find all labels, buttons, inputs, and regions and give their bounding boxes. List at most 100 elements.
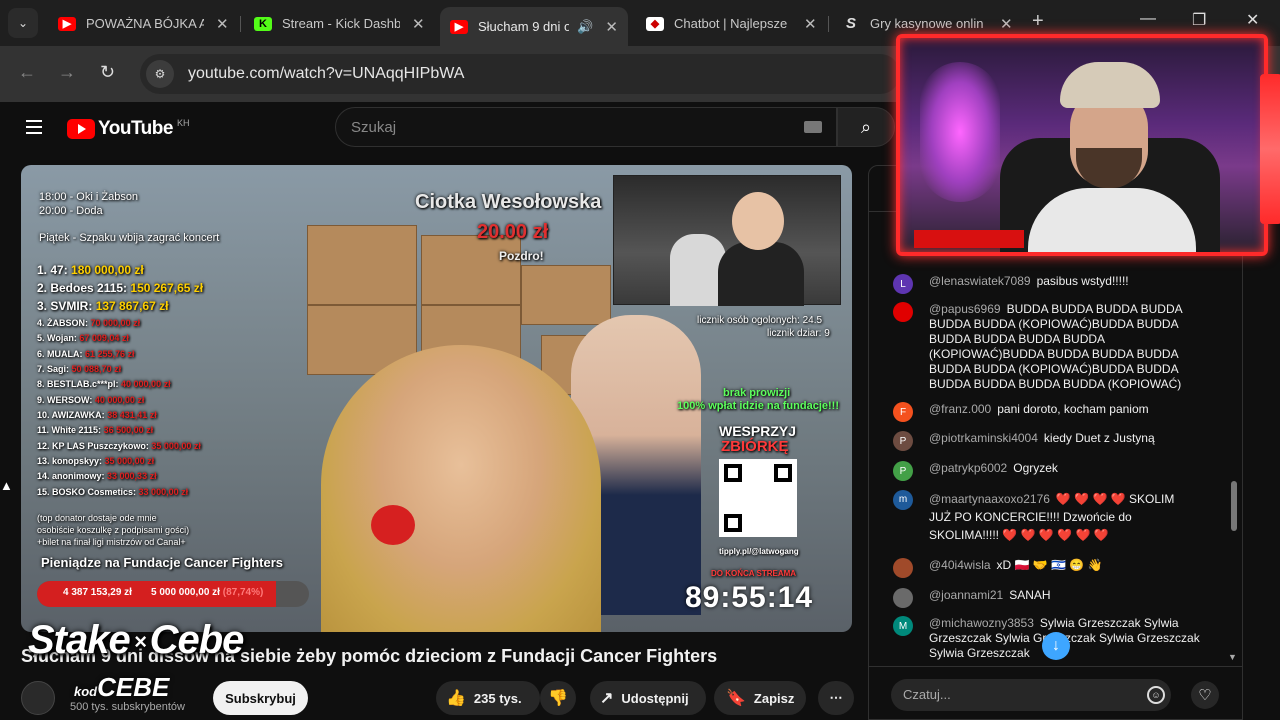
chat-author[interactable]: @patrykp6002 (929, 461, 1007, 475)
emoji-icon[interactable]: ☺ (1147, 686, 1165, 704)
chat-message: F @franz.000 pani doroto, kocham paniom (893, 402, 1223, 422)
chat-text: xD 🇵🇱 🤝 🇮🇱 😁 👋 (996, 558, 1103, 572)
chat-author[interactable]: @piotrkaminski4004 (929, 431, 1038, 445)
chat-avatar[interactable] (893, 588, 913, 608)
minimize-button[interactable]: — (1140, 10, 1156, 28)
scroll-down-arrow-icon[interactable]: ▼ (1228, 652, 1237, 662)
forward-icon[interactable]: → (58, 62, 76, 83)
like-button[interactable]: 👍 235 tys. (436, 681, 540, 715)
fund-goal: 5 000 000,00 zł (87,74%) (151, 587, 264, 598)
reload-icon[interactable]: ↻ (100, 62, 115, 83)
pip-person (718, 242, 804, 306)
leaderboard-row: 7. Sagi: 50 088,70 zł (37, 364, 122, 374)
chat-avatar[interactable] (893, 558, 913, 578)
tab-title: Słucham 9 dni o (478, 19, 570, 34)
menu-icon[interactable] (26, 120, 42, 134)
bookmark-icon: 🔖 (726, 690, 746, 707)
leaderboard-row: 10. AWIZAWKA: 38 431,41 zł (37, 410, 157, 420)
chat-author[interactable]: @maartynaaxoxo2176 (929, 492, 1050, 506)
close-icon[interactable]: ✕ (605, 18, 618, 36)
share-button[interactable]: ↗ Udostępnij (590, 681, 706, 715)
youtube-play-icon (67, 119, 95, 139)
close-window-button[interactable]: ✕ (1246, 10, 1259, 30)
heart-icon[interactable]: ♡ (1191, 681, 1219, 709)
tab-divider (240, 16, 241, 32)
tab-title: Gry kasynowe onlin (870, 16, 984, 31)
fund-title: Pieniądze na Fundacje Cancer Fighters (41, 555, 284, 570)
chat-scrollbar[interactable] (1231, 481, 1237, 531)
search-input[interactable]: Szukaj (335, 107, 837, 147)
keyboard-icon[interactable] (804, 121, 822, 133)
new-tab-button[interactable]: + (1032, 10, 1044, 33)
search-button[interactable]: ⌕ (837, 107, 895, 147)
tab-search-button[interactable]: ⌄ (8, 8, 38, 38)
donator-note: +bilet na finał ligi mistrzów od Canal+ (37, 537, 186, 547)
chevron-down-icon: ⌄ (17, 16, 29, 30)
chat-input[interactable]: Czatuj... (891, 679, 1171, 711)
speaker-icon[interactable]: 🔊 (577, 19, 593, 35)
sponsor-overlay: Stake × Cebe (28, 618, 244, 662)
rgb-light-strip (1260, 74, 1280, 224)
chat-author[interactable]: @joannami21 (929, 588, 1003, 602)
chat-avatar[interactable]: F (893, 402, 913, 422)
thumbs-down-icon: 👎 (548, 690, 568, 707)
chat-message: @papus6969 BUDDA BUDDA BUDDA BUDDA BUDDA … (893, 302, 1193, 392)
schedule-line: 18:00 - Oki i Żabson (39, 191, 139, 203)
schedule-line: Piątek - Szpaku wbija zagrać koncert (39, 232, 220, 244)
chat-avatar[interactable]: M (893, 616, 913, 636)
close-icon[interactable]: ✕ (216, 15, 229, 33)
chat-avatar[interactable]: L (893, 274, 913, 294)
schedule-line: 20:00 - Doda (39, 205, 103, 217)
save-button[interactable]: 🔖 Zapisz (714, 681, 806, 715)
video-player[interactable]: 18:00 - Oki i Żabson 20:00 - Doda Piątek… (21, 165, 852, 632)
tab-2[interactable]: K Stream - Kick Dashb ✕ (244, 7, 436, 40)
leaderboard-row: 11. White 2115: 36 500,00 zł (37, 425, 154, 435)
youtube-logo[interactable]: YouTube KH (67, 118, 189, 140)
chat-author[interactable]: @papus6969 (929, 302, 1001, 316)
chat-avatar[interactable] (893, 302, 913, 322)
scroll-to-bottom-button[interactable]: ↓ (1042, 632, 1070, 660)
mouse-cursor-icon: ▲ (0, 478, 13, 493)
leaderboard-row: 15. BOSKO Cosmetics: 33 000,00 zł (37, 487, 189, 497)
chat-input-row: Czatuj... ☺ ♡ (869, 666, 1242, 719)
chat-author[interactable]: @michawozny3853 (929, 616, 1034, 630)
share-icon: ↗ (600, 690, 614, 707)
chat-avatar[interactable]: m (893, 490, 913, 510)
maximize-button[interactable]: ❐ (1192, 10, 1206, 30)
donor-name: Ciotka Wesołowska (415, 191, 602, 213)
chat-author[interactable]: @40i4wisla (929, 558, 991, 572)
streamer-shirt (1028, 188, 1196, 252)
dislike-button[interactable]: 👎 (540, 681, 576, 715)
site-info-icon[interactable]: ⚙ (146, 60, 174, 88)
search-placeholder: Szukaj (351, 118, 397, 136)
leaderboard-row: 5. Wojan: 67 009,04 zł (37, 333, 129, 343)
tab-4[interactable]: ◆ Chatbot | Najlepsze ✕ (636, 7, 828, 40)
youtube-wordmark: YouTube (98, 118, 173, 139)
tab-1[interactable]: ▶ POWAŻNA BÓJKA A ✕ (48, 7, 240, 40)
leaderboard-row: 13. konopskyy: 35 000,00 zł (37, 456, 155, 466)
subscriber-count: 500 tys. subskrybentów (70, 701, 185, 713)
leaderboard-row: 2. Bedoes 2115: 150 267,65 zł (37, 281, 204, 295)
countdown-timer: 89:55:14 (685, 581, 814, 614)
close-icon[interactable]: ✕ (1000, 15, 1013, 33)
chat-author[interactable]: @franz.000 (929, 402, 991, 416)
qr-corner (724, 464, 742, 482)
tab-3-active[interactable]: ▶ Słucham 9 dni o 🔊 ✕ (440, 7, 628, 46)
qr-code (719, 459, 797, 537)
back-icon[interactable]: ← (18, 62, 36, 83)
support-label: ZBIÓRKĘ (721, 438, 789, 455)
more-actions-button[interactable]: ⋯ (818, 681, 854, 715)
close-icon[interactable]: ✕ (412, 15, 425, 33)
leaderboard-row: 8. BESTLAB.c***pl: 40 000,00 zł (37, 379, 171, 389)
chat-avatar[interactable]: P (893, 461, 913, 481)
close-icon[interactable]: ✕ (804, 15, 817, 33)
more-icon: ⋯ (829, 690, 843, 705)
chat-avatar[interactable]: P (893, 431, 913, 451)
subscribe-button[interactable]: Subskrybuj (213, 681, 308, 715)
channel-avatar[interactable] (21, 681, 55, 715)
counter-people: licznik osób ogolonych: 24.5 (697, 315, 823, 326)
address-bar[interactable]: ⚙ youtube.com/watch?v=UNAqqHIPbWA (140, 54, 900, 94)
no-fee-text: brak prowizji (723, 387, 791, 399)
chat-author[interactable]: @lenaswiatek7089 (929, 274, 1031, 288)
url-text[interactable]: youtube.com/watch?v=UNAqqHIPbWA (188, 65, 464, 83)
